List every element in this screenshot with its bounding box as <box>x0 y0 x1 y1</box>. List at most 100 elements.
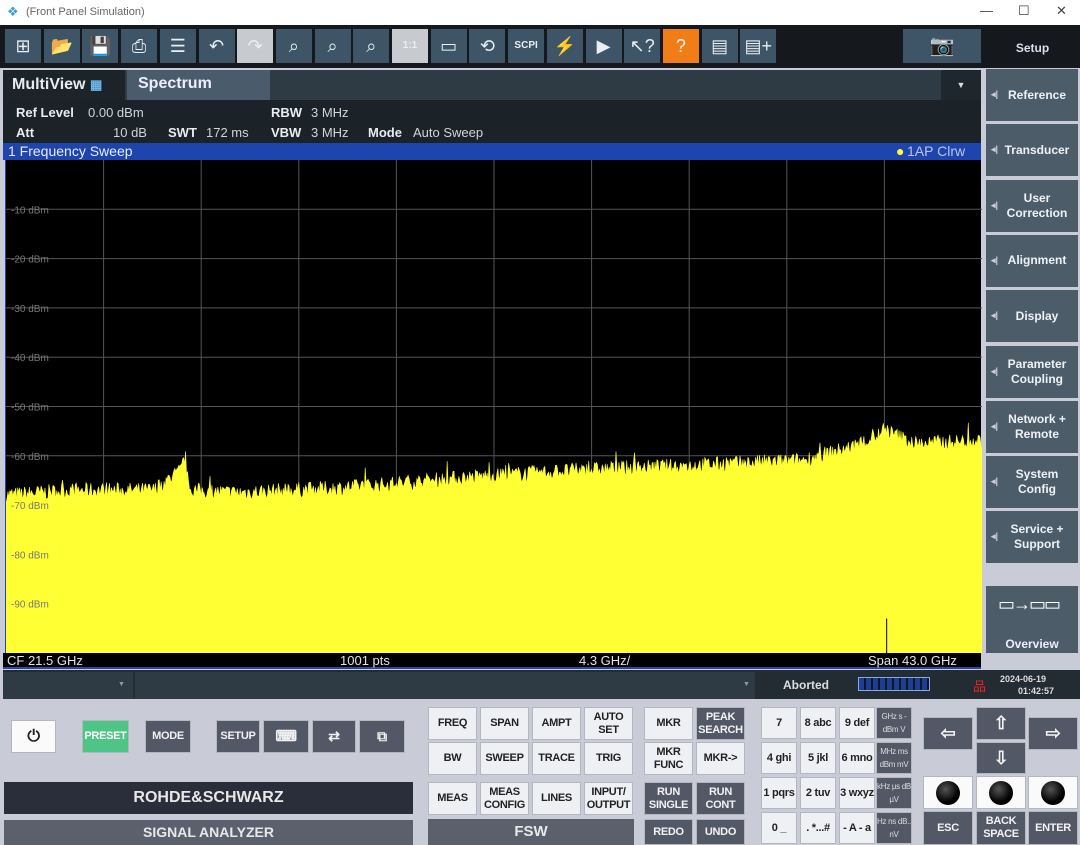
multi-zoom-icon[interactable]: ⌕ <box>314 29 351 63</box>
mode-value[interactable]: Auto Sweep <box>413 125 483 140</box>
key-redo[interactable]: REDO <box>644 819 693 845</box>
tab-spectrum[interactable]: Spectrum <box>127 70 270 100</box>
arrow-left-button[interactable]: ⇦ <box>923 717 973 750</box>
sequencer-icon[interactable]: ⚡ <box>546 29 583 63</box>
key-num-7[interactable]: 2 tuv <box>800 777 836 809</box>
arrow-down-button[interactable]: ⇩ <box>976 742 1026 774</box>
zoom-stack-icon[interactable]: ⌕ <box>353 29 390 63</box>
message-dropdown[interactable]: ▼ <box>135 672 755 699</box>
key-auto-set[interactable]: AUTO SET <box>584 707 633 740</box>
power-button[interactable]: ⏻ <box>11 720 56 753</box>
preset-button[interactable]: PRESET <box>82 720 129 753</box>
ref-level-value[interactable]: 0.00 dBm <box>88 105 144 120</box>
open-folder-icon[interactable]: 📂 <box>43 29 80 63</box>
key-num-9[interactable]: 0 _ <box>761 812 797 844</box>
key-unit-1[interactable]: MHz ms dBm mV <box>876 742 912 774</box>
softkey-parameter-coupling[interactable]: ◂| Parameter Coupling <box>986 345 1078 398</box>
redo-icon[interactable]: ↷ <box>237 29 274 63</box>
key-num-3[interactable]: 4 ghi <box>761 742 797 774</box>
key-span[interactable]: SPAN <box>480 707 529 740</box>
softkey-reference[interactable]: ◂| Reference <box>986 69 1078 121</box>
window-switch-icon[interactable]: ⇄ <box>312 720 356 753</box>
key-num-2[interactable]: 9 def <box>839 707 875 739</box>
windows-icon[interactable]: ⊞ <box>5 29 41 63</box>
key-input-output[interactable]: INPUT/ OUTPUT <box>584 782 633 815</box>
window-cycle-icon[interactable]: ⧉ <box>359 720 405 753</box>
key-unit-2[interactable]: kHz µs dB µV <box>876 777 912 809</box>
key-run-cont[interactable]: RUN CONT <box>696 782 745 815</box>
softkey-network-remote[interactable]: ◂| Network + Remote <box>986 400 1078 453</box>
key-num-5[interactable]: 6 mno <box>839 742 875 774</box>
key-undo[interactable]: UNDO <box>696 819 745 845</box>
key-mkr-[interactable]: MKR-> <box>696 742 745 775</box>
arrow-right-button[interactable]: ⇨ <box>1028 717 1078 750</box>
key-freq[interactable]: FREQ <box>428 707 477 740</box>
rotary-knob-2[interactable] <box>1028 776 1078 809</box>
full-screen-icon[interactable]: ▭ <box>430 29 467 63</box>
key-trig[interactable]: TRIG <box>584 742 633 775</box>
softkey-transducer[interactable]: ◂| Transducer <box>986 124 1078 177</box>
key-unit-0[interactable]: GHz s -dBm V <box>876 707 912 739</box>
keyboard-icon[interactable]: ⌨ <box>263 720 309 753</box>
screen-play-icon[interactable]: ▶ <box>585 29 622 63</box>
zoom-icon[interactable]: ⌕ <box>275 29 312 63</box>
add-window-icon[interactable]: ▤+ <box>740 29 777 63</box>
rotary-knob-1[interactable] <box>976 776 1026 809</box>
rbw-value[interactable]: 3 MHz <box>311 105 349 120</box>
save-icon[interactable]: 💾 <box>82 29 119 63</box>
report-icon[interactable]: ☰ <box>159 29 196 63</box>
key-meas[interactable]: MEAS <box>428 782 477 815</box>
key-peak-search[interactable]: PEAK SEARCH <box>696 707 745 740</box>
help-icon[interactable]: ? <box>662 29 699 63</box>
overview-button[interactable]: ▭→▭▭ Overview <box>986 586 1078 653</box>
remove-window-icon[interactable]: ▤ <box>701 29 738 63</box>
key-num-0[interactable]: 7 <box>761 707 797 739</box>
softkey-service-support[interactable]: ◂| Service + Support <box>986 511 1078 564</box>
att-value[interactable]: 10 dB <box>113 125 147 140</box>
key-meas-config[interactable]: MEAS CONFIG <box>480 782 529 815</box>
softkey-alignment[interactable]: ◂| Alignment <box>986 234 1078 287</box>
key-num-4[interactable]: 5 jkl <box>800 742 836 774</box>
enter-button[interactable]: ENTER <box>1028 811 1078 845</box>
arrow-up-button[interactable]: ⇧ <box>976 707 1026 740</box>
key-sweep[interactable]: SWEEP <box>480 742 529 775</box>
key-mkr-func[interactable]: MKR FUNC <box>644 742 693 775</box>
key-mkr[interactable]: MKR <box>644 707 693 740</box>
undo-icon[interactable]: ↶ <box>198 29 235 63</box>
key-num-1[interactable]: 8 abc <box>800 707 836 739</box>
setup-button[interactable]: SETUP <box>216 720 260 753</box>
spectrum-plot[interactable]: -10 dBm -20 dBm -30 dBm -40 dBm -50 dBm -60 d… <box>5 160 983 654</box>
key-unit-3[interactable]: Hz ns dB.. nV <box>876 812 912 844</box>
minimize-button[interactable]: — <box>980 3 993 18</box>
swt-value[interactable]: 172 ms <box>206 125 249 140</box>
context-help-icon[interactable]: ↖? <box>624 29 661 63</box>
key-bw[interactable]: BW <box>428 742 477 775</box>
key-ampt[interactable]: AMPT <box>532 707 581 740</box>
close-button[interactable]: ✕ <box>1056 3 1067 19</box>
tab-multiview[interactable]: MultiView ▦ <box>3 70 125 100</box>
scpi-icon[interactable]: SCPI <box>508 29 545 63</box>
maximize-button[interactable]: ☐ <box>1018 3 1030 19</box>
key-trace[interactable]: TRACE <box>532 742 581 775</box>
print-icon[interactable]: ⎙ <box>121 29 158 63</box>
mode-button[interactable]: MODE <box>145 720 191 753</box>
key-num-8[interactable]: 3 wxyz <box>839 777 875 809</box>
key-num-11[interactable]: - A - a <box>839 812 875 844</box>
camera-icon[interactable]: 📷 <box>903 29 981 63</box>
key-num-6[interactable]: 1 pqrs <box>761 777 797 809</box>
status-dropdown-left[interactable]: ▼ <box>3 672 133 699</box>
esc-button[interactable]: ESC <box>923 811 973 845</box>
y-tick-label: -50 dBm <box>11 403 49 414</box>
backspace-button[interactable]: BACK SPACE <box>976 811 1026 845</box>
refresh-icon[interactable]: ⟲ <box>469 29 506 63</box>
softkey-system-config[interactable]: ◂| System Config <box>986 456 1078 509</box>
key-num-10[interactable]: . *...# <box>800 812 836 844</box>
softkey-user-correction[interactable]: ◂| User Correction <box>986 179 1078 232</box>
tab-dropdown-button[interactable]: ▼ <box>941 70 981 100</box>
vbw-value[interactable]: 3 MHz <box>311 125 349 140</box>
key-lines[interactable]: LINES <box>532 782 581 815</box>
softkey-display[interactable]: ◂| Display <box>986 290 1078 343</box>
zoom-off-icon[interactable]: 1:1 <box>392 29 428 63</box>
key-run-single[interactable]: RUN SINGLE <box>644 782 693 815</box>
rotary-knob-0[interactable] <box>923 776 973 809</box>
